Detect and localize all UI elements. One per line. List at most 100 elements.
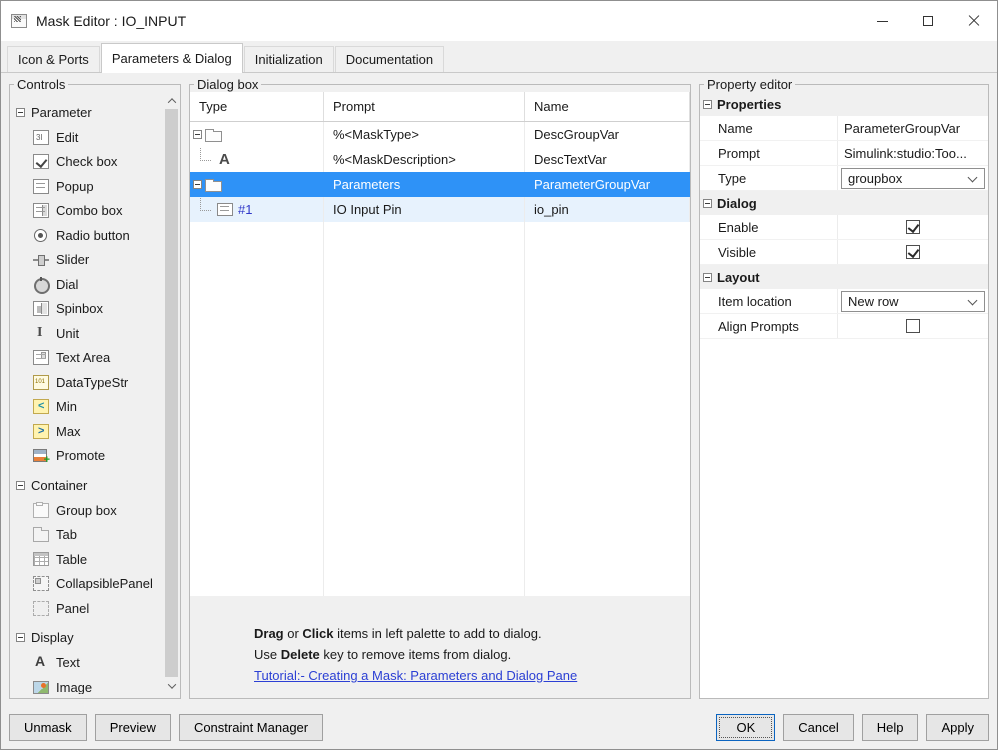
dialog-tree-table: Type Prompt Name %<MaskType> DescGroupVa…: [190, 92, 690, 596]
column-header-type[interactable]: Type: [190, 92, 324, 121]
tab-documentation[interactable]: Documentation: [335, 46, 444, 72]
palette-item-dial[interactable]: Dial: [16, 272, 164, 297]
tab-parameters-dialog[interactable]: Parameters & Dialog: [101, 43, 243, 73]
scrollbar-thumb[interactable]: [165, 109, 178, 677]
collapse-expander-icon[interactable]: [16, 108, 25, 117]
app-icon: [11, 14, 27, 28]
scroll-down-button[interactable]: [164, 678, 179, 693]
property-label: Prompt: [700, 141, 838, 165]
palette-item-check-box[interactable]: Check box: [16, 150, 164, 175]
folder-icon: [205, 131, 222, 142]
palette-item-radio-button[interactable]: Radio button: [16, 223, 164, 248]
dialog-box-panel: Dialog box Type Prompt Name %<MaskType> …: [189, 77, 691, 699]
palette-item-text[interactable]: Text: [16, 651, 164, 676]
visible-checkbox[interactable]: [906, 245, 920, 259]
palette-item-popup[interactable]: Popup: [16, 174, 164, 199]
close-button[interactable]: [951, 1, 997, 41]
collapse-expander-icon[interactable]: [193, 180, 202, 189]
table-row-parameters-selected[interactable]: Parameters ParameterGroupVar: [190, 172, 690, 197]
palette-item-label: Slider: [56, 252, 89, 267]
scroll-up-button[interactable]: [164, 93, 179, 108]
ok-button[interactable]: OK: [716, 714, 775, 741]
column-header-name[interactable]: Name: [525, 92, 690, 121]
section-container[interactable]: Container: [16, 472, 164, 498]
palette-item-group-box[interactable]: Group box: [16, 498, 164, 523]
item-location-dropdown[interactable]: New row: [841, 291, 985, 312]
tab-icon-ports[interactable]: Icon & Ports: [7, 46, 100, 72]
name-value-field[interactable]: ParameterGroupVar: [841, 121, 960, 136]
popup-icon: [33, 179, 49, 194]
table-row-desctext[interactable]: %<MaskDescription> DescTextVar: [190, 147, 690, 172]
enable-checkbox[interactable]: [906, 220, 920, 234]
tab-initialization[interactable]: Initialization: [244, 46, 334, 72]
palette-item-label: Text Area: [56, 350, 110, 365]
help-button[interactable]: Help: [862, 714, 919, 741]
palette-item-unit[interactable]: Unit: [16, 321, 164, 346]
apply-button[interactable]: Apply: [926, 714, 989, 741]
palette-item-combo-box[interactable]: Combo box: [16, 199, 164, 224]
palette-item-table[interactable]: Table: [16, 547, 164, 572]
property-row-align-prompts: Align Prompts: [700, 314, 988, 339]
minimize-icon: [877, 21, 888, 22]
palette-item-max[interactable]: Max: [16, 419, 164, 444]
table-icon: [33, 552, 49, 566]
image-icon: [33, 681, 49, 694]
section-display[interactable]: Display: [16, 625, 164, 651]
section-dialog[interactable]: Dialog: [700, 191, 988, 215]
collapse-expander-icon[interactable]: [703, 199, 712, 208]
collapsible-panel-icon: [33, 576, 49, 591]
property-label: Type: [700, 166, 838, 190]
constraint-manager-button[interactable]: Constraint Manager: [179, 714, 323, 741]
section-label: Dialog: [717, 196, 757, 211]
tutorial-link[interactable]: Tutorial:- Creating a Mask: Parameters a…: [254, 665, 577, 686]
table-row-descgroup[interactable]: %<MaskType> DescGroupVar: [190, 122, 690, 147]
palette-item-spinbox[interactable]: Spinbox: [16, 297, 164, 322]
section-layout[interactable]: Layout: [700, 265, 988, 289]
title-bar: Mask Editor : IO_INPUT: [1, 1, 997, 41]
collapse-expander-icon[interactable]: [703, 100, 712, 109]
section-parameter[interactable]: Parameter: [16, 99, 164, 125]
row-prompt: IO Input Pin: [324, 197, 525, 222]
collapse-expander-icon[interactable]: [16, 481, 25, 490]
controls-scrollbar[interactable]: [164, 93, 179, 693]
table-row-io-pin[interactable]: #1 IO Input Pin io_pin: [190, 197, 690, 222]
palette-item-text-area[interactable]: Text Area: [16, 346, 164, 371]
palette-item-label: Radio button: [56, 228, 130, 243]
dialog-box-panel-title: Dialog box: [194, 77, 261, 92]
section-properties[interactable]: Properties: [700, 92, 988, 116]
table-empty-area[interactable]: [190, 222, 690, 596]
group-box-icon: [33, 503, 49, 518]
preview-button[interactable]: Preview: [95, 714, 171, 741]
minimize-button[interactable]: [859, 1, 905, 41]
palette-item-min[interactable]: Min: [16, 395, 164, 420]
section-label: Container: [31, 478, 87, 493]
type-dropdown-value: groupbox: [848, 171, 902, 186]
maximize-button[interactable]: [905, 1, 951, 41]
align-prompts-checkbox[interactable]: [906, 319, 920, 333]
palette-item-tab[interactable]: Tab: [16, 523, 164, 548]
collapse-expander-icon[interactable]: [703, 273, 712, 282]
slider-icon: [33, 252, 49, 267]
column-header-prompt[interactable]: Prompt: [324, 92, 525, 121]
type-dropdown[interactable]: groupbox: [841, 168, 985, 189]
property-row-prompt: Prompt Simulink:studio:Too...: [700, 141, 988, 166]
cancel-button[interactable]: Cancel: [783, 714, 853, 741]
property-editor-title: Property editor: [704, 77, 795, 92]
prompt-value-field[interactable]: Simulink:studio:Too...: [841, 146, 967, 161]
palette-item-datatypestr[interactable]: DataTypeStr: [16, 370, 164, 395]
collapse-expander-icon[interactable]: [193, 130, 202, 139]
unmask-button[interactable]: Unmask: [9, 714, 87, 741]
palette-item-promote[interactable]: Promote: [16, 444, 164, 469]
property-row-visible: Visible: [700, 240, 988, 265]
row-prompt: %<MaskType>: [324, 122, 525, 147]
palette-item-collapsiblepanel[interactable]: CollapsiblePanel: [16, 572, 164, 597]
palette-item-label: DataTypeStr: [56, 375, 128, 390]
palette-item-image[interactable]: Image: [16, 675, 164, 694]
palette-item-edit[interactable]: Edit: [16, 125, 164, 150]
palette-item-slider[interactable]: Slider: [16, 248, 164, 273]
collapse-expander-icon[interactable]: [16, 633, 25, 642]
palette-item-panel[interactable]: Panel: [16, 596, 164, 621]
tree-connector: [200, 147, 211, 161]
popup-item-icon: [217, 203, 233, 216]
main-content: Controls Parameter Edit Check box: [1, 73, 997, 705]
